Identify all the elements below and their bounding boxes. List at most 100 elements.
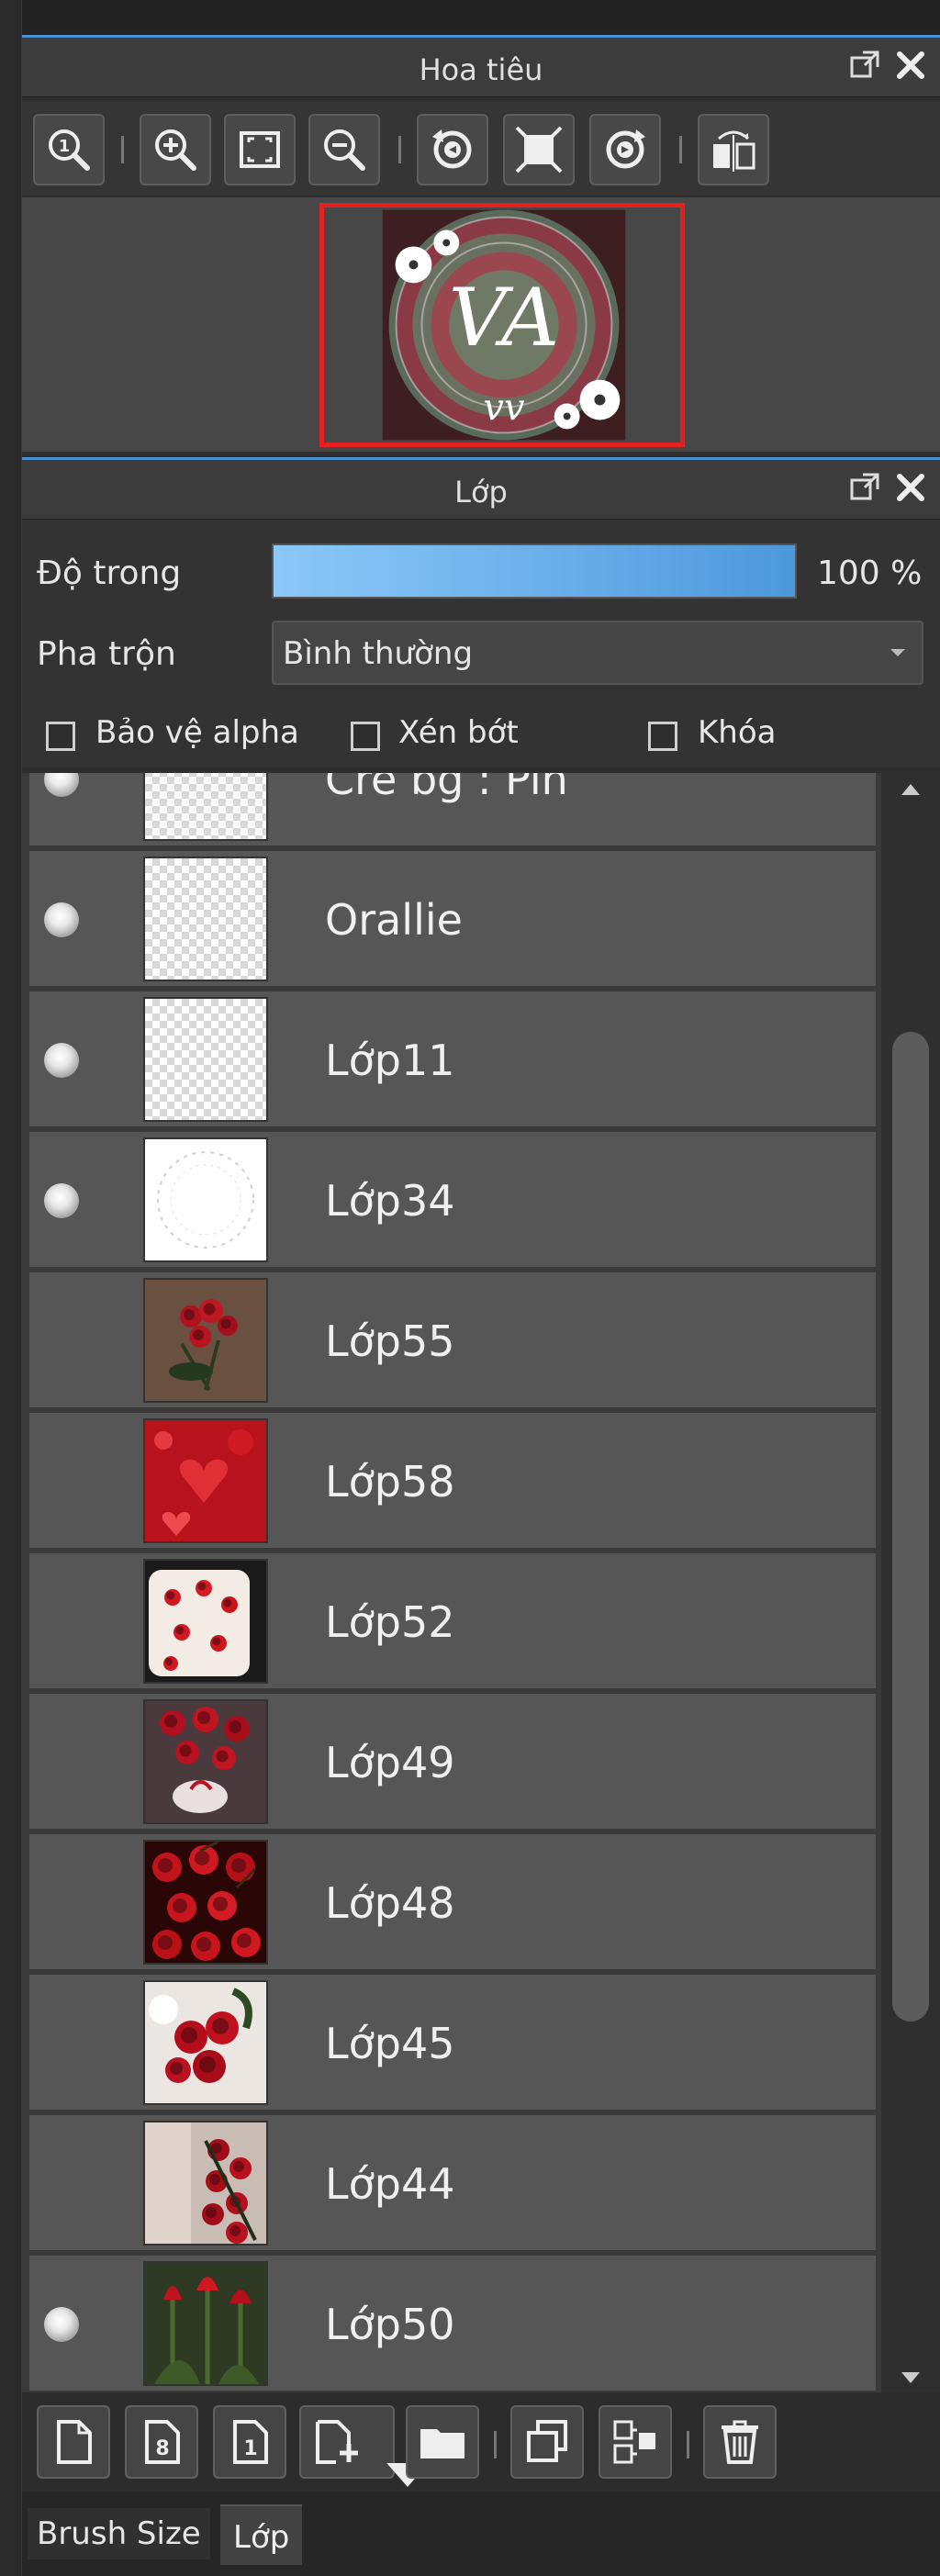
layer-row[interactable]: Lớp11 bbox=[29, 991, 876, 1129]
left-edge-strip bbox=[0, 0, 22, 2576]
visibility-toggle-icon[interactable] bbox=[44, 902, 79, 937]
rotate-left-button[interactable] bbox=[417, 114, 488, 185]
canvas-thumbnail: VA vv bbox=[324, 207, 680, 442]
zoom-in-icon bbox=[155, 129, 196, 171]
close-icon[interactable] bbox=[894, 471, 927, 504]
new-page-icon bbox=[57, 2420, 92, 2464]
layer-row[interactable]: Lớp52 bbox=[29, 1553, 876, 1691]
undock-icon[interactable] bbox=[848, 471, 881, 504]
8bit-layer-icon: 8 bbox=[145, 2420, 180, 2464]
top-bar bbox=[22, 0, 940, 35]
visibility-toggle-icon[interactable] bbox=[44, 773, 79, 797]
layer-name: Lớp50 bbox=[325, 2300, 455, 2349]
opacity-label: Độ trong bbox=[37, 554, 182, 592]
navigator-preview[interactable]: VA vv bbox=[22, 197, 940, 452]
zoom-fit-icon: 1 bbox=[49, 129, 90, 171]
flip-horizontal-icon bbox=[713, 130, 755, 172]
toolbar-separator bbox=[494, 2431, 497, 2458]
visibility-toggle-icon[interactable] bbox=[39, 1599, 84, 1645]
navigator-toolbar: 1 bbox=[22, 101, 940, 196]
rotate-left-icon bbox=[432, 129, 472, 169]
visibility-toggle-icon[interactable] bbox=[39, 1459, 84, 1505]
merge-down-button[interactable] bbox=[599, 2405, 672, 2479]
opacity-value: 100 % bbox=[817, 554, 923, 592]
fullscreen-button[interactable] bbox=[224, 114, 296, 185]
zoom-in-button[interactable] bbox=[140, 114, 211, 185]
visibility-toggle-icon[interactable] bbox=[39, 2161, 84, 2207]
delete-layer-button[interactable] bbox=[703, 2405, 777, 2479]
chevron-down-icon bbox=[889, 644, 907, 662]
layer-row[interactable]: Lớp50 bbox=[29, 2256, 876, 2393]
blend-mode-label: Pha trộn bbox=[37, 635, 176, 673]
svg-text:1: 1 bbox=[59, 137, 71, 156]
alpha-protect-label: Bảo vệ alpha bbox=[95, 714, 299, 751]
layer-row[interactable]: Orallie bbox=[29, 851, 876, 989]
scroll-up-icon[interactable] bbox=[900, 782, 922, 801]
layer-name: Lớp55 bbox=[325, 1316, 455, 1366]
layer-list-scrollbar[interactable] bbox=[881, 773, 940, 2393]
visibility-toggle-icon[interactable] bbox=[39, 2021, 84, 2066]
rotate-right-button[interactable] bbox=[589, 114, 661, 185]
layer-thumbnail bbox=[143, 1559, 268, 1684]
layer-row[interactable]: Lớp48 bbox=[29, 1834, 876, 1972]
new-layer-button[interactable] bbox=[37, 2405, 110, 2479]
layer-name: Lớp34 bbox=[325, 1176, 455, 1226]
visibility-toggle-icon[interactable] bbox=[39, 1318, 84, 1364]
layers-title: Lớp bbox=[454, 475, 508, 510]
visibility-toggle-icon[interactable] bbox=[44, 1043, 79, 1078]
blend-mode-dropdown[interactable]: Bình thường bbox=[272, 621, 923, 685]
scroll-down-icon[interactable] bbox=[900, 2370, 922, 2389]
add-layer-dropdown-button[interactable] bbox=[299, 2405, 429, 2487]
new-folder-button[interactable] bbox=[406, 2405, 479, 2479]
tab-layers[interactable]: Lớp bbox=[220, 2504, 303, 2565]
visibility-toggle-icon[interactable] bbox=[39, 1740, 84, 1786]
layer-name: Lớp44 bbox=[325, 2159, 455, 2209]
layer-row[interactable]: Cre bg : Pin bbox=[29, 773, 876, 848]
zoom-out-icon bbox=[324, 129, 365, 171]
layer-row[interactable]: Lớp44 bbox=[29, 2115, 876, 2253]
layer-name: Lớp49 bbox=[325, 1738, 455, 1787]
layer-row[interactable]: Lớp58 bbox=[29, 1413, 876, 1551]
undock-icon[interactable] bbox=[848, 49, 881, 82]
folder-icon bbox=[420, 2429, 464, 2458]
alpha-protect-checkbox[interactable] bbox=[46, 722, 75, 751]
layer-thumbnail bbox=[143, 997, 268, 1122]
flip-horizontal-button[interactable] bbox=[698, 114, 769, 185]
opacity-slider[interactable] bbox=[272, 543, 797, 599]
layer-thumbnail bbox=[143, 2121, 268, 2246]
layer-name: Lớp52 bbox=[325, 1597, 455, 1647]
navigator-title: Hoa tiêu bbox=[419, 52, 543, 87]
layer-thumbnail bbox=[143, 1980, 268, 2105]
duplicate-icon bbox=[527, 2420, 567, 2462]
actual-size-button[interactable] bbox=[503, 114, 575, 185]
clip-label: Xén bớt bbox=[398, 714, 519, 751]
toolbar-separator bbox=[687, 2431, 689, 2458]
navigator-header: Hoa tiêu bbox=[22, 35, 940, 97]
tab-brush-size[interactable]: Brush Size bbox=[28, 2508, 210, 2559]
layer-thumbnail bbox=[143, 1840, 268, 1965]
layer-thumbnail bbox=[143, 1278, 268, 1403]
layer-thumbnail bbox=[143, 773, 268, 841]
layer-list: Cre bg : Pin Orallie Lớp11 Lớp34 Lớp55 Lớp58 L… bbox=[22, 773, 940, 2393]
visibility-toggle-icon[interactable] bbox=[39, 1880, 84, 1926]
navigator-viewport-frame[interactable]: VA vv bbox=[319, 203, 685, 447]
layer-row[interactable]: Lớp45 bbox=[29, 1975, 876, 2112]
trash-icon bbox=[722, 2420, 758, 2464]
layer-row[interactable]: Lớp34 bbox=[29, 1132, 876, 1270]
close-icon[interactable] bbox=[894, 49, 927, 82]
lock-checkbox[interactable] bbox=[648, 722, 677, 751]
merge-icon bbox=[613, 2420, 655, 2464]
layer-row[interactable]: Lớp49 bbox=[29, 1694, 876, 1831]
layer-thumbnail bbox=[143, 1418, 268, 1543]
clip-checkbox[interactable] bbox=[351, 722, 380, 751]
new-8bit-layer-button[interactable]: 8 bbox=[125, 2405, 198, 2479]
layer-name: Orallie bbox=[325, 895, 463, 945]
new-1bit-layer-button[interactable]: 1 bbox=[213, 2405, 286, 2479]
visibility-toggle-icon[interactable] bbox=[44, 2307, 79, 2342]
scrollbar-thumb[interactable] bbox=[892, 1032, 929, 2022]
zoom-out-button[interactable] bbox=[308, 114, 380, 185]
zoom-fit-button[interactable]: 1 bbox=[33, 114, 105, 185]
visibility-toggle-icon[interactable] bbox=[44, 1183, 79, 1218]
duplicate-layer-button[interactable] bbox=[510, 2405, 584, 2479]
layer-row[interactable]: Lớp55 bbox=[29, 1272, 876, 1410]
